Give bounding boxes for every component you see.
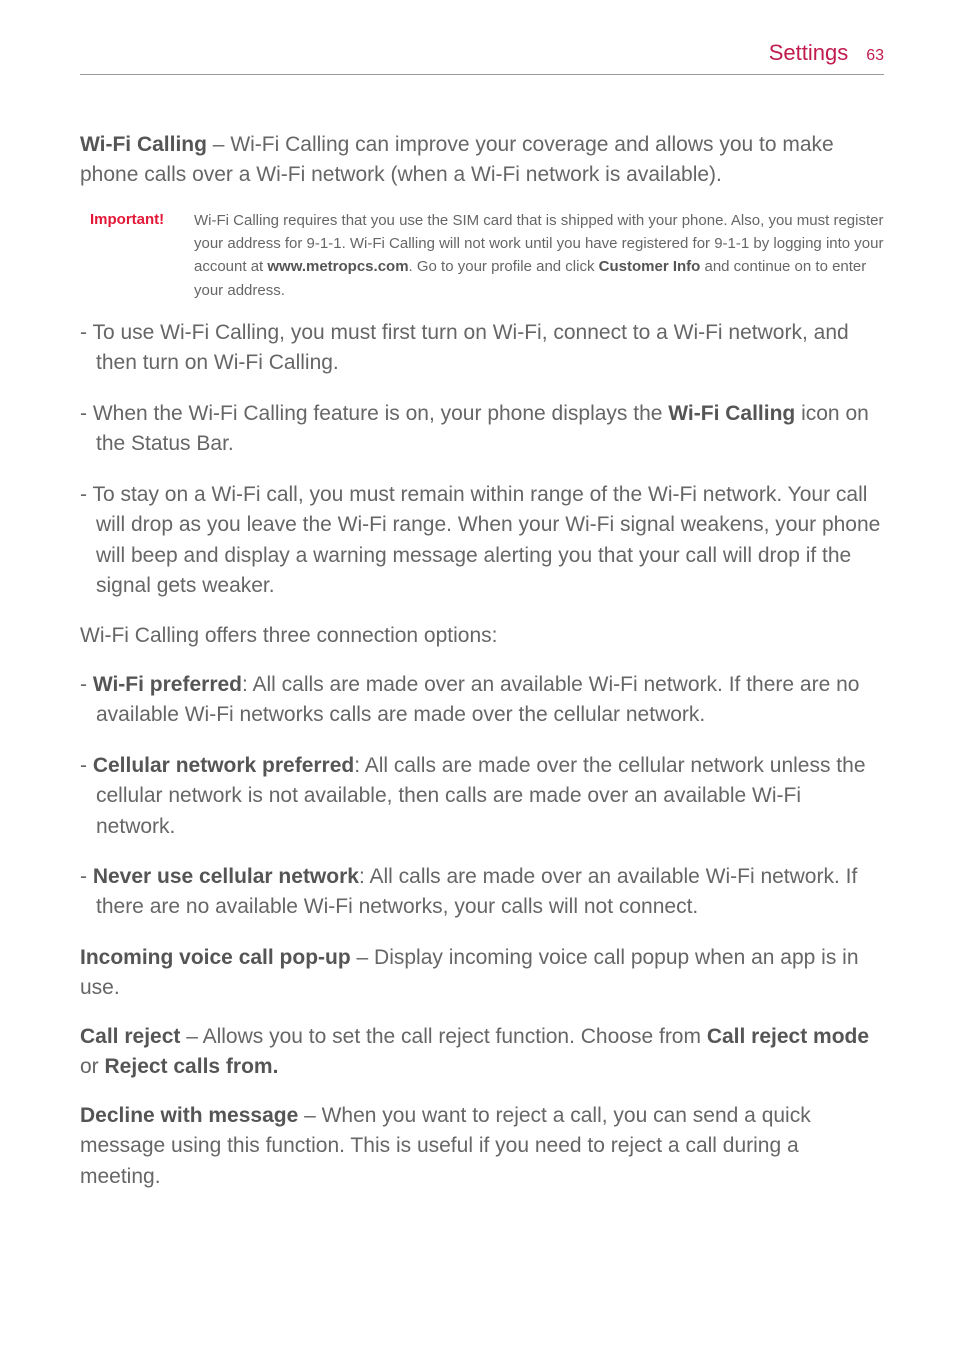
options-intro: Wi-Fi Calling offers three connection op… [80, 621, 884, 651]
wifi-calling-para: Wi-Fi Calling – Wi-Fi Calling can improv… [80, 130, 884, 191]
option-3: - Never use cellular network: All calls … [80, 862, 884, 923]
decline-para: Decline with message – When you want to … [80, 1101, 884, 1192]
option-2: - Cellular network preferred: All calls … [80, 751, 884, 842]
incoming-para: Incoming voice call pop-up – Display inc… [80, 943, 884, 1004]
customer-info-bold: Customer Info [599, 258, 701, 275]
page-header: Settings 63 [80, 40, 884, 75]
bullet-2: - When the Wi-Fi Calling feature is on, … [80, 399, 884, 460]
wifi-calling-bold: Wi-Fi Calling [668, 402, 795, 425]
option-2-title: Cellular network preferred [93, 754, 354, 777]
option-1: - Wi-Fi preferred: All calls are made ov… [80, 670, 884, 731]
page-number: 63 [866, 47, 884, 65]
bullet-1: - To use Wi-Fi Calling, you must first t… [80, 318, 884, 379]
incoming-title: Incoming voice call pop-up [80, 946, 351, 969]
important-block: Important! Wi-Fi Calling requires that y… [90, 209, 884, 302]
call-reject-title: Call reject [80, 1025, 180, 1048]
wifi-calling-title: Wi-Fi Calling [80, 133, 207, 156]
important-label: Important! [90, 209, 182, 302]
reject-calls-from-bold: Reject calls from. [105, 1055, 279, 1078]
decline-title: Decline with message [80, 1104, 298, 1127]
option-3-title: Never use cellular network [93, 865, 359, 888]
call-reject-mode-bold: Call reject mode [707, 1025, 869, 1048]
section-title: Settings [769, 40, 849, 66]
bullet-3: - To stay on a Wi-Fi call, you must rema… [80, 480, 884, 602]
important-text: Wi-Fi Calling requires that you use the … [194, 209, 884, 302]
important-url: www.metropcs.com [267, 258, 408, 275]
call-reject-para: Call reject – Allows you to set the call… [80, 1022, 884, 1083]
option-1-title: Wi-Fi preferred [93, 673, 242, 696]
